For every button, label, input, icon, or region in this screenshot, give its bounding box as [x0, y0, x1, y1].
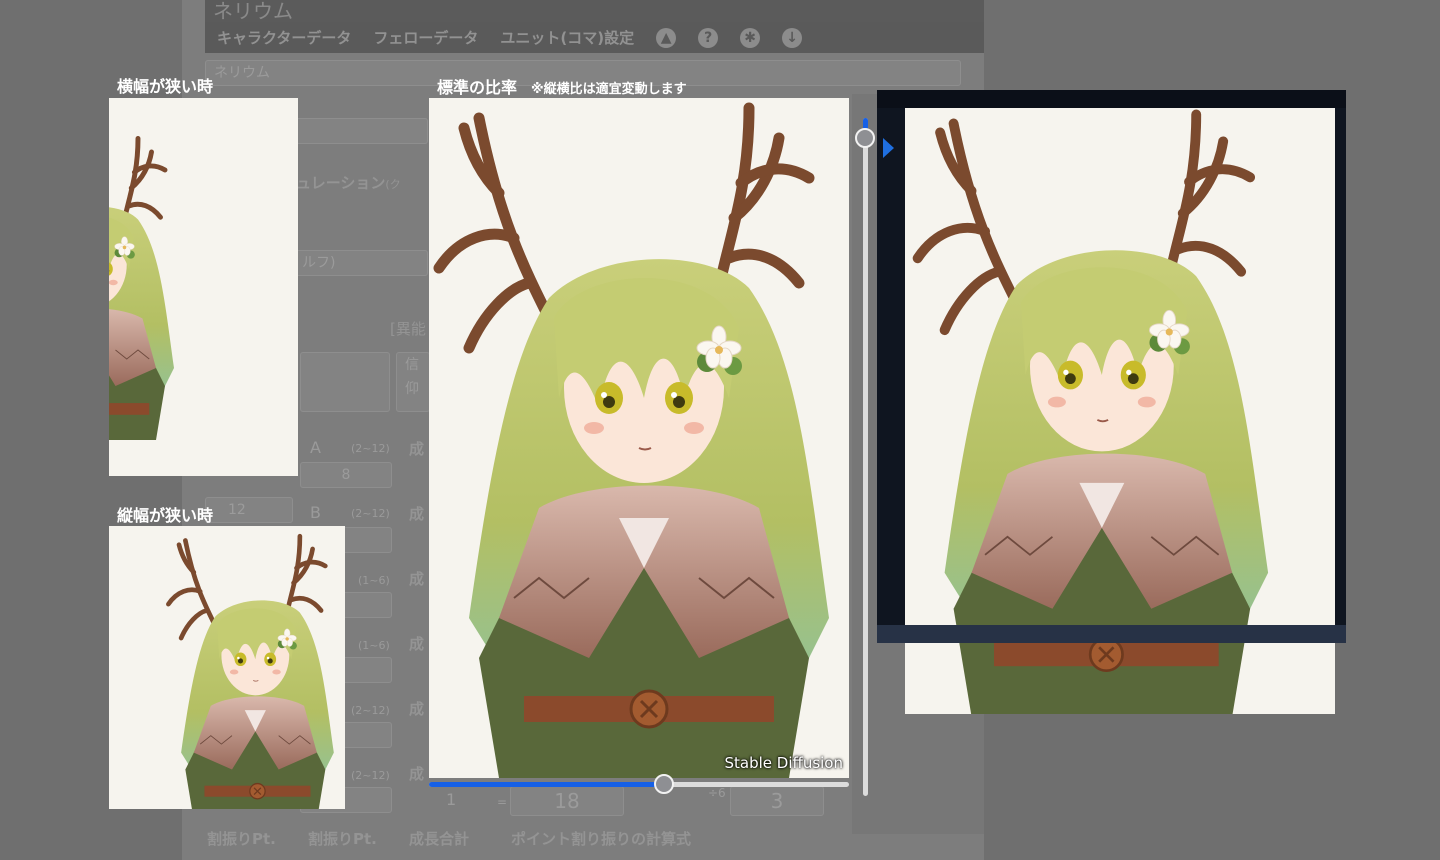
menu-fellow-data: フェローデータ: [373, 29, 479, 47]
background-value-12: 12: [205, 497, 293, 523]
preview-image: [905, 108, 1335, 714]
background-stat-b: B: [310, 503, 321, 522]
paint-bucket-icon: ▲: [656, 27, 677, 48]
background-range-2-12-d: (2~12): [351, 769, 390, 782]
background-div-6: ÷6: [708, 786, 726, 800]
background-range-2-12-c: (2~12): [351, 704, 390, 717]
background-range-1-6-b: (1~6): [358, 639, 390, 652]
background-box-2: 信仰: [396, 352, 430, 412]
preview-window: [877, 90, 1346, 714]
background-footer-alloc-1: 割振りPt.: [207, 830, 276, 848]
help-icon: ?: [698, 27, 719, 48]
background-footer-alloc-2: 割振りPt.: [308, 830, 377, 848]
background-footer-formula: ポイント割り振りの計算式: [511, 830, 692, 848]
background-stat-a: A: [310, 438, 321, 457]
background-menubar: キャラクターデータ フェローデータ ユニット(コマ)設定 ▲ ? ✱ ↓: [205, 22, 984, 53]
background-total-18: 18: [510, 786, 624, 816]
background-growth-2: 成: [409, 505, 425, 523]
menu-character-data: キャラクターデータ: [217, 29, 352, 47]
gear-icon: ✱: [740, 27, 761, 48]
caption-narrow-width: 横幅が狭い時: [117, 77, 214, 96]
background-footer-growth-total: 成長合計: [409, 830, 470, 848]
background-total-1: 1: [446, 790, 457, 809]
width-slider-fill: [429, 782, 665, 787]
narrow-width-image: [109, 98, 298, 476]
background-emulation-label: ュレーション(ク: [296, 174, 401, 192]
background-growth-6: 成: [409, 765, 425, 783]
caption-narrow-height: 縦幅が狭い時: [117, 506, 214, 525]
background-stat-a-input: 8: [300, 462, 392, 488]
background-growth-5: 成: [409, 700, 425, 718]
background-box-1: [300, 352, 390, 412]
background-range-1-6-a: (1~6): [358, 574, 390, 587]
background-growth-3: 成: [409, 570, 425, 588]
menu-unit-settings: ユニット(コマ)設定: [500, 29, 635, 47]
caption-standard-ratio: 標準の比率 ※縦横比は適宜変動します: [437, 78, 687, 97]
background-stat-b-range: (2~12): [351, 507, 390, 520]
height-slider[interactable]: [863, 118, 868, 796]
preview-bottombar: [877, 625, 1346, 643]
background-growth-4: 成: [409, 635, 425, 653]
preview-arrow-icon[interactable]: [883, 138, 894, 158]
background-growth-1: 成: [409, 440, 425, 458]
narrow-height-image: [109, 526, 345, 809]
background-equals: =: [497, 795, 508, 809]
preview-topbar: [877, 90, 1346, 108]
download-icon: ↓: [782, 27, 803, 48]
background-stat-a-range: (2~12): [351, 442, 390, 455]
image-credit: Stable Diffusion: [724, 754, 843, 772]
background-title: ネリウム: [205, 0, 984, 22]
standard-ratio-image: Stable Diffusion: [429, 98, 849, 778]
width-slider[interactable]: [429, 782, 849, 787]
background-total-3: 3: [730, 786, 824, 816]
caption-ratio-note: ※縦横比は適宜変動します: [531, 82, 687, 97]
background-bracket-label: [異能: [390, 320, 426, 338]
